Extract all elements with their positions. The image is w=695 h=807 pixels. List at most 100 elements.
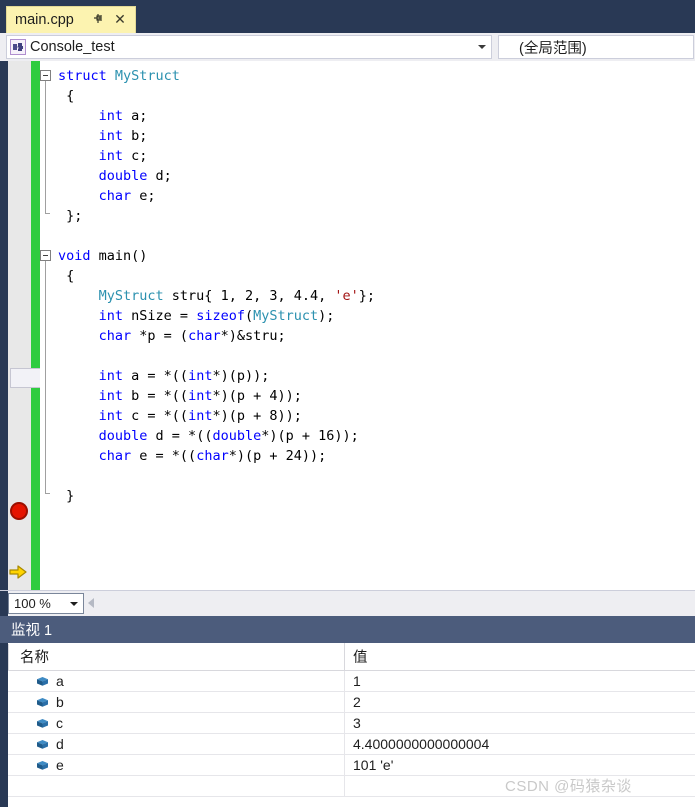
code-token: e = *(( [131,448,197,464]
horizontal-scroll-left-arrow[interactable] [88,598,94,608]
watch-row-name-cell[interactable]: a [8,671,345,691]
code-line: int a; [58,106,148,126]
code-line: { [58,86,74,106]
project-name: Console_test [30,39,115,55]
watch-row-name-cell[interactable]: b [8,692,345,712]
code-token: 'e' [334,288,359,304]
close-icon[interactable]: ✕ [113,11,127,28]
watch-variable-name: a [56,673,64,689]
code-token: d = *(( [147,428,213,444]
outline-guide-foot [45,213,50,214]
watch-row[interactable]: c3 [8,713,695,734]
code-token: sizeof [196,308,245,324]
code-editor[interactable]: struct MyStruct { int a; int b; int c; d… [0,61,695,590]
code-token: b = *(( [123,388,189,404]
code-token: int [98,388,124,404]
code-token: }; [358,288,376,304]
zoom-level-combobox[interactable]: 100 % [8,593,84,614]
outline-guide-foot [45,493,50,494]
code-line: MyStruct stru{ 1, 2, 3, 4.4, 'e'}; [58,286,375,306]
code-token: char [98,188,132,204]
code-token: ( [244,308,254,324]
watermark: CSDN @码猿杂谈 [505,778,632,795]
code-token: *)(p)); [212,368,270,384]
collapse-toggle-icon[interactable] [40,250,51,261]
code-token: int [188,388,213,404]
code-token: *)&stru; [220,328,286,344]
pin-icon[interactable] [92,12,106,28]
code-token: struct [58,68,115,84]
watch-row-name-cell[interactable]: c [8,713,345,733]
project-scope-icon [10,39,26,55]
code-token: }; [58,208,83,224]
watch-title-bar[interactable]: 监视 1 [0,616,695,643]
code-token: nSize = [123,308,197,324]
code-token: { [58,88,75,104]
code-token: double [98,428,148,444]
code-line: char e = *((char*)(p + 24)); [58,446,327,466]
watch-row[interactable]: d 4.4000000000000004 [8,734,695,755]
code-line: int c = *((int*)(p + 8)); [58,406,302,426]
watch-row[interactable]: e 101 'e' [8,755,695,776]
visual-studio-window: main.cpp ✕ Console_test (全局范围) struct My… [0,0,695,807]
watch-variable-name: b [56,694,64,710]
project-scope-combobox[interactable]: Console_test [6,35,492,59]
code-token: char [196,448,229,464]
watch-row-value-cell[interactable]: 3 [345,713,695,733]
code-token: *p = ( [131,328,189,344]
watch-header-divider [8,644,9,670]
statusbar-edge-strip [0,591,8,617]
watch-variable-name: c [56,715,63,731]
code-token: int [98,128,124,144]
chevron-down-icon[interactable] [478,45,486,49]
watch-row-value-cell[interactable]: 1 [345,671,695,691]
watch-new-expression-cell[interactable] [8,776,345,796]
column-header-name[interactable]: 名称 [8,643,345,670]
scope-combobox[interactable]: (全局范围) [498,35,694,59]
code-line: double d = *((double*)(p + 16)); [58,426,359,446]
code-token: { [58,268,75,284]
watch-row[interactable]: b2 [8,692,695,713]
collapse-toggle-icon[interactable] [40,70,51,81]
code-line: double d; [58,166,172,186]
code-line: int c; [58,146,148,166]
watch-row-name-cell[interactable]: e [8,755,345,775]
code-token: int [98,408,124,424]
code-token: ); [318,308,335,324]
watch-variable-name: e [56,757,64,773]
watch-edge-strip [0,616,8,807]
zoom-level-value: 100 % [14,596,51,611]
watch-row-value-cell[interactable]: 4.4000000000000004 [345,734,695,754]
code-token: void [58,248,91,264]
tab-main-cpp[interactable]: main.cpp ✕ [6,6,136,33]
watch-row[interactable]: a1 [8,671,695,692]
code-token: d; [147,168,172,184]
code-token: a; [123,108,148,124]
chevron-down-icon[interactable] [70,602,78,606]
column-header-value[interactable]: 值 [345,643,695,670]
code-token: MyStruct [114,68,180,84]
code-line: } [58,486,74,506]
code-token: *)(p + 24)); [228,448,327,464]
change-indicator-bar [31,61,40,590]
breakpoint-icon[interactable] [10,502,28,520]
watch-row-value-cell[interactable]: 2 [345,692,695,712]
navigation-bar: Console_test (全局范围) [0,33,695,61]
code-token: int [188,368,213,384]
watch-row-value-cell[interactable]: 101 'e' [345,755,695,775]
code-token: char [98,328,132,344]
code-token: main() [90,248,148,264]
code-token: MyStruct [253,308,319,324]
code-token: *)(p + 8)); [212,408,302,424]
watch-row-name-cell[interactable]: d [8,734,345,754]
code-text-area[interactable]: struct MyStruct { int a; int b; int c; d… [40,61,695,590]
watch-column-headers: 名称 值 [8,643,695,671]
code-token: b; [123,128,148,144]
